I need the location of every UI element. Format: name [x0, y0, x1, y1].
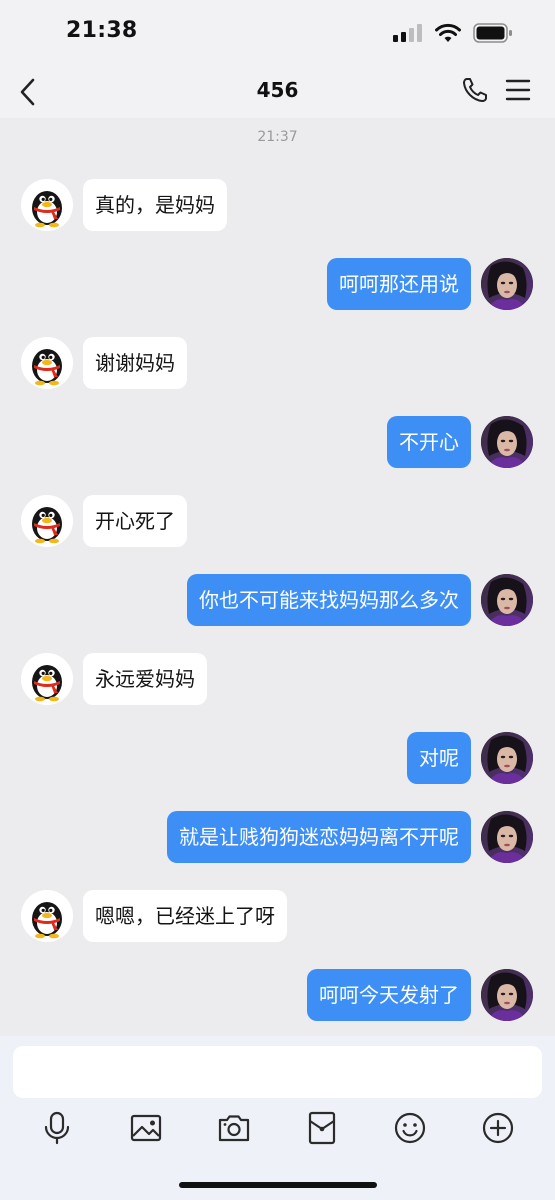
user-photo-avatar[interactable]	[481, 969, 533, 1021]
user-photo-avatar[interactable]	[481, 732, 533, 784]
message-bubble[interactable]: 你也不可能来找妈妈那么多次	[187, 574, 471, 626]
message-bubble[interactable]: 真的，是妈妈	[83, 179, 227, 231]
message-bubble[interactable]: 不开心	[387, 416, 471, 468]
status-bar: 21:38	[0, 0, 555, 66]
signal-icon	[393, 24, 422, 42]
qq-penguin-avatar[interactable]	[21, 337, 73, 389]
input-area	[0, 1036, 555, 1200]
user-photo-avatar[interactable]	[481, 258, 533, 310]
user-photo-avatar[interactable]	[481, 574, 533, 626]
message-bubble[interactable]: 对呢	[407, 732, 471, 784]
plus-icon[interactable]	[480, 1110, 516, 1146]
red-packet-icon[interactable]	[304, 1110, 340, 1146]
message-incoming: 真的，是妈妈	[0, 179, 555, 233]
message-incoming: 嗯嗯，已经迷上了呀	[0, 890, 555, 944]
user-photo-avatar[interactable]	[481, 811, 533, 863]
qq-penguin-avatar[interactable]	[21, 653, 73, 705]
home-indicator	[179, 1182, 377, 1188]
message-outgoing: 呵呵那还用说	[0, 258, 555, 312]
battery-icon	[473, 23, 512, 43]
qq-penguin-avatar[interactable]	[21, 495, 73, 547]
qq-penguin-avatar[interactable]	[21, 890, 73, 942]
input-toolbar	[0, 1110, 555, 1148]
chat-header: 456	[0, 66, 555, 118]
message-incoming: 谢谢妈妈	[0, 337, 555, 391]
message-bubble[interactable]: 就是让贱狗狗迷恋妈妈离不开呢	[167, 811, 471, 863]
timestamp: 21:37	[257, 129, 298, 145]
message-incoming: 开心死了	[0, 495, 555, 549]
message-outgoing: 你也不可能来找妈妈那么多次	[0, 574, 555, 628]
chat-area[interactable]: 21:37 真的，是妈妈 呵呵那还用说 谢谢妈妈 不开心 开心死了 你也不可能来…	[0, 118, 555, 1036]
message-bubble[interactable]: 永远爱妈妈	[83, 653, 207, 705]
user-photo-avatar[interactable]	[481, 416, 533, 468]
wifi-icon	[435, 23, 461, 42]
message-bubble[interactable]: 嗯嗯，已经迷上了呀	[83, 890, 287, 942]
hamburger-menu-icon[interactable]	[505, 78, 531, 102]
microphone-icon[interactable]	[39, 1110, 75, 1146]
message-bubble[interactable]: 谢谢妈妈	[83, 337, 187, 389]
emoji-icon[interactable]	[392, 1110, 428, 1146]
message-bubble[interactable]: 呵呵那还用说	[327, 258, 471, 310]
phone-icon[interactable]	[461, 76, 489, 104]
message-outgoing: 不开心	[0, 416, 555, 470]
message-input[interactable]	[13, 1046, 542, 1098]
status-time: 21:38	[66, 18, 138, 43]
image-icon[interactable]	[128, 1110, 164, 1146]
message-outgoing: 呵呵今天发射了	[0, 969, 555, 1023]
message-outgoing: 对呢	[0, 732, 555, 786]
message-bubble[interactable]: 呵呵今天发射了	[307, 969, 471, 1021]
camera-icon[interactable]	[216, 1110, 252, 1146]
status-icons	[393, 22, 513, 44]
message-bubble[interactable]: 开心死了	[83, 495, 187, 547]
message-outgoing: 就是让贱狗狗迷恋妈妈离不开呢	[0, 811, 555, 865]
qq-penguin-avatar[interactable]	[21, 179, 73, 231]
message-incoming: 永远爱妈妈	[0, 653, 555, 707]
